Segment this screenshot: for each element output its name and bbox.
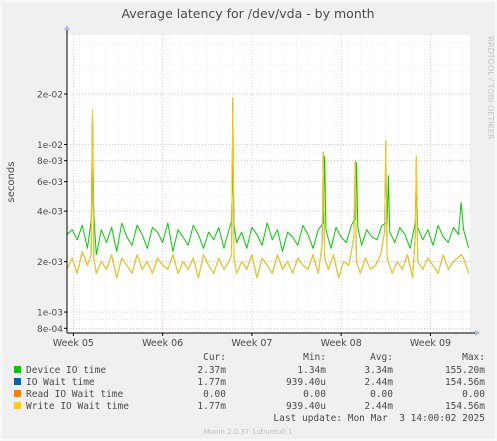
y-tick-label: 1e-02 (37, 141, 63, 151)
legend-series-name: Read IO Wait time (26, 389, 124, 400)
legend-header: Avg: (370, 352, 393, 363)
legend-cur-value: 2.37m (197, 365, 226, 376)
last-update: Last update: Mon Mar 3 14:00:02 2025 (273, 413, 485, 424)
rrdtool-watermark: RRDTOOL / TOBI OETIKER (486, 36, 495, 139)
legend-series-name: Write IO Wait time (26, 401, 129, 412)
y-tick-label: 8e-03 (37, 157, 63, 167)
legend-swatch (14, 366, 21, 373)
y-axis-label: seconds (6, 162, 17, 203)
x-tick-label: Week 06 (142, 338, 183, 349)
latency-graph: Average latency for /dev/vda - by month … (0, 0, 497, 441)
chart-title: Average latency for /dev/vda - by month (121, 6, 374, 21)
x-tick-label: Week 07 (231, 338, 272, 349)
y-tick-label: 1e-03 (37, 309, 63, 319)
legend-header: Min: (303, 352, 326, 363)
legend-series-name: Device IO time (26, 365, 106, 376)
legend-series-name: IO Wait time (26, 377, 95, 388)
legend-min-value: 939.40u (286, 377, 326, 388)
plot-area (67, 35, 470, 333)
munin-footer: Munin 2.0.37-1ubuntu0.1 (204, 428, 293, 436)
y-tick-label: 6e-03 (37, 178, 63, 188)
legend-avg-value: 2.44m (364, 377, 393, 388)
legend-cur-value: 1.77m (197, 401, 226, 412)
x-tick-label: Week 09 (410, 338, 451, 349)
y-tick-label: 8e-04 (37, 325, 63, 335)
legend-cur-value: 0.00 (203, 389, 226, 400)
legend-avg-value: 3.34m (364, 365, 393, 376)
legend-header: Cur: (203, 352, 226, 363)
legend-swatch (14, 390, 21, 397)
x-tick-label: Week 05 (53, 338, 94, 349)
y-tick-label: 2e-03 (37, 258, 63, 268)
legend-max-value: 0.00 (462, 389, 485, 400)
legend-swatch (14, 378, 21, 385)
legend-max-value: 155.20m (445, 365, 485, 376)
legend-avg-value: 2.44m (364, 401, 393, 412)
legend-swatch (14, 402, 21, 409)
legend-min-value: 939.40u (286, 401, 326, 412)
legend-max-value: 154.56m (445, 401, 485, 412)
y-tick-label: 2e-02 (37, 91, 63, 101)
legend-header: Max: (462, 352, 485, 363)
legend-cur-value: 1.77m (197, 377, 226, 388)
legend-max-value: 154.56m (445, 377, 485, 388)
y-tick-label: 4e-03 (37, 208, 63, 218)
legend-avg-value: 0.00 (370, 389, 393, 400)
legend-min-value: 1.34m (297, 365, 326, 376)
legend-min-value: 0.00 (303, 389, 326, 400)
x-tick-label: Week 08 (321, 338, 362, 349)
